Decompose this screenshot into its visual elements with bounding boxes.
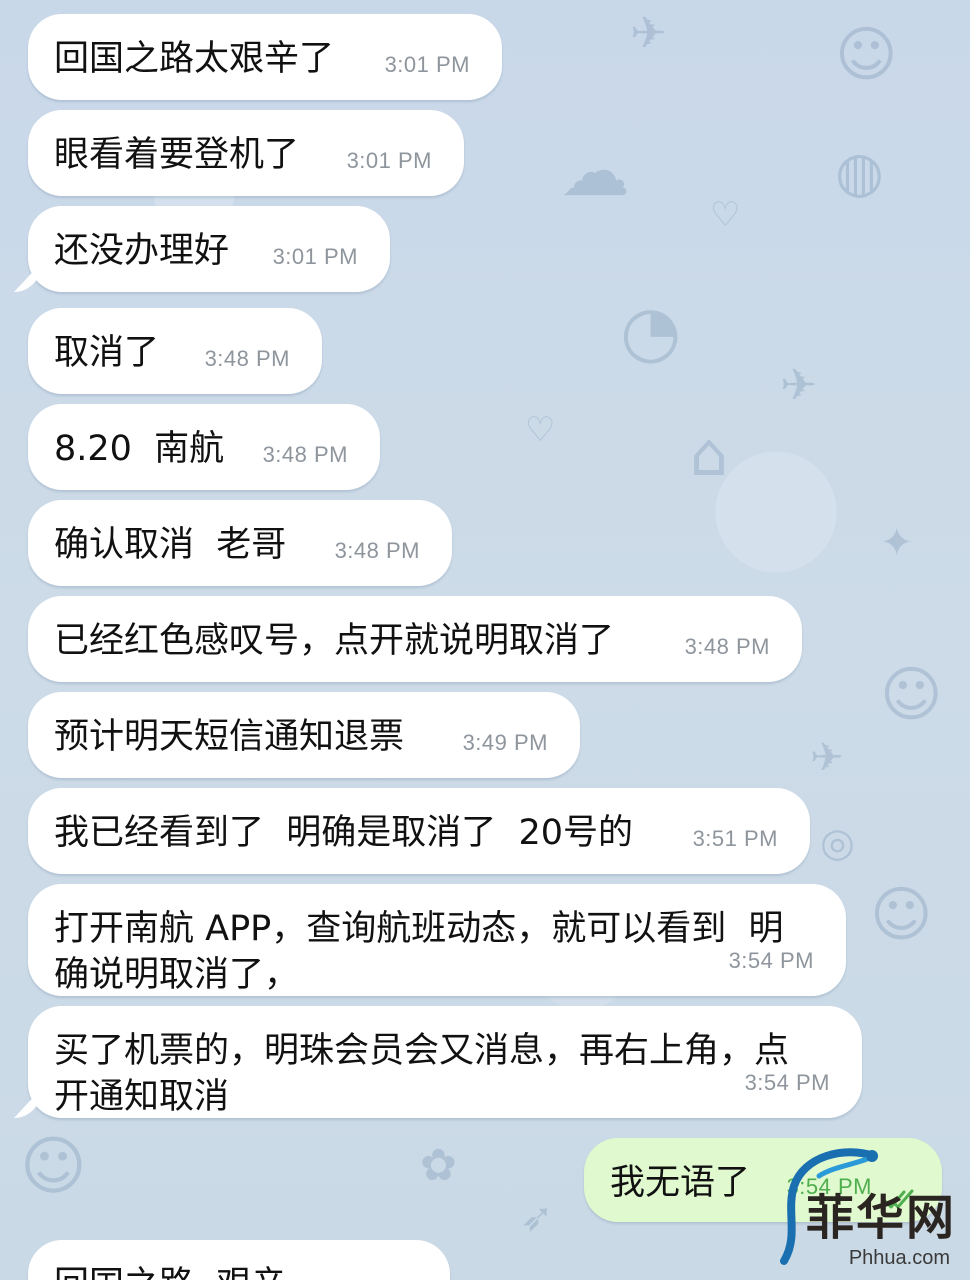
message-text: 我已经看到了 明确是取消了 20号的 [54,813,634,853]
site-watermark: 菲华网 Phhua.com [764,1136,964,1276]
message-bubble[interactable]: 还没办理好 3:01 PM [28,206,390,292]
message-time: 3:48 PM [334,538,420,563]
message-time: 3:48 PM [204,346,290,371]
message-bubble[interactable]: 打开南航 APP，查询航班动态，就可以看到 明 确说明取消了， 3:54 PM [28,884,846,996]
message-bubble[interactable]: 买了机票的，明珠会员会又消息，再右上角，点 开通知取消 3:54 PM [28,1006,862,1118]
message-text: 打开南航 APP，查询航班动态，就可以看到 明 确说明取消了， [54,909,784,995]
message-bubble[interactable]: 已经红色感叹号，点开就说明取消了 3:48 PM [28,596,802,682]
message-text: 已经红色感叹号，点开就说明取消了 [54,621,615,661]
message-time: 3:51 PM [692,826,778,851]
message-text: 回国之路 艰辛 [54,1262,420,1280]
message-list[interactable]: 回国之路太艰辛了 3:01 PM 眼看着要登机了 3:01 PM 还没办理好 3… [0,0,970,1280]
message-bubble[interactable]: 取消了 3:48 PM [28,308,322,394]
message-bubble[interactable]: 回国之路太艰辛了 3:01 PM [28,14,502,100]
watermark-url: Phhua.com [848,1247,950,1269]
message-bubble[interactable]: 我已经看到了 明确是取消了 20号的 3:51 PM [28,788,810,874]
message-time: 3:48 PM [262,442,348,467]
message-bubble[interactable]: 预计明天短信通知退票 3:49 PM [28,692,580,778]
message-bubble[interactable]: 8.20 南航 3:48 PM [28,404,380,490]
message-bubble[interactable]: 确认取消 老哥 3:48 PM [28,500,452,586]
message-time: 3:01 PM [272,244,358,269]
message-bubble[interactable]: 眼看着要登机了 3:01 PM [28,110,464,196]
message-time: 3:54 PM [744,1070,830,1095]
message-bubble[interactable]: 回国之路 艰辛 [28,1240,450,1280]
message-time: 3:54 PM [728,948,814,973]
message-time: 3:49 PM [462,730,548,755]
message-time: 3:01 PM [384,52,470,77]
message-text: 买了机票的，明珠会员会又消息，再右上角，点 开通知取消 [54,1031,790,1117]
message-time: 3:01 PM [346,148,432,173]
watermark-text: 菲华网 [805,1190,956,1246]
message-time: 3:48 PM [684,634,770,659]
